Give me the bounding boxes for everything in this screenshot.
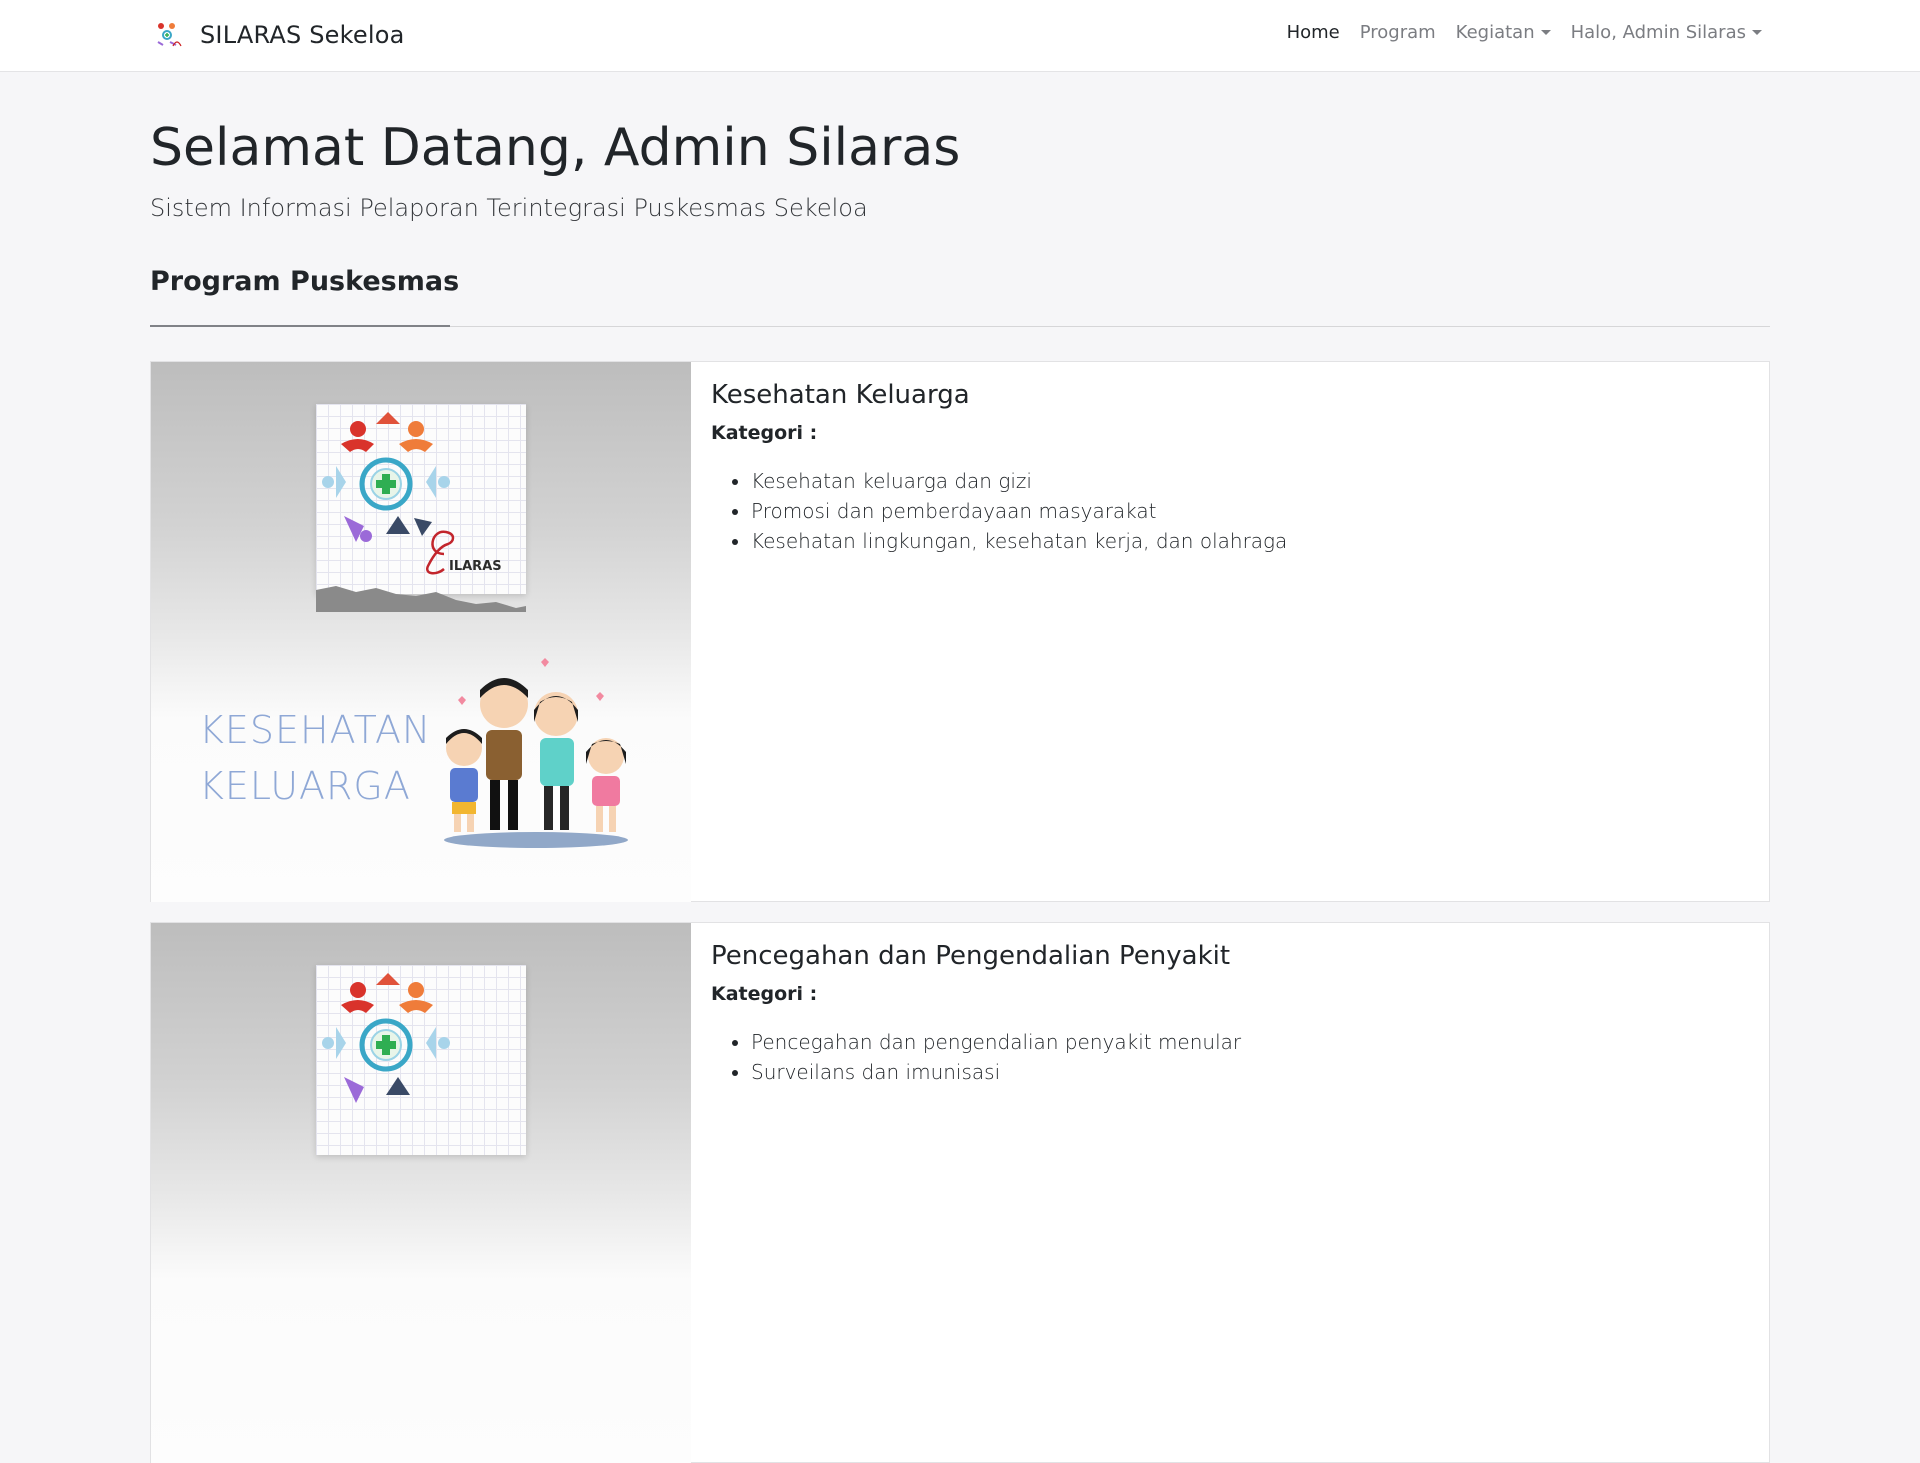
program-card-body: Pencegahan dan Pengendalian Penyakit Kat… — [711, 941, 1749, 1087]
category-item: Promosi dan pemberdayaan masyarakat — [751, 496, 1749, 526]
nav-user-dropdown[interactable]: Halo, Admin Silaras — [1571, 22, 1762, 43]
silaras-poster-logo — [316, 965, 526, 1155]
nav-home-label: Home — [1286, 22, 1340, 43]
image-caption-line: KELUARGA — [199, 764, 411, 808]
category-item: Kesehatan keluarga dan gizi — [751, 466, 1749, 496]
family-illustration — [444, 658, 628, 848]
program-card-body: Kesehatan Keluarga Kategori : Kesehatan … — [711, 380, 1749, 556]
category-item: Pencegahan dan pengendalian penyakit men… — [751, 1027, 1749, 1057]
caret-down-icon — [1540, 30, 1551, 35]
program-title[interactable]: Kesehatan Keluarga — [711, 380, 1749, 410]
nav-user-label: Halo, Admin Silaras — [1570, 22, 1746, 43]
kategori-label: Kategori : — [711, 422, 818, 444]
silaras-poster-logo: ILARAS — [316, 404, 526, 612]
program-image — [151, 923, 691, 1463]
navbar: SILARAS Sekeloa Home Program Kegiatan Ha… — [0, 0, 1920, 72]
category-item: Surveilans dan imunisasi — [751, 1057, 1749, 1087]
image-caption-line: KESEHATAN — [199, 708, 432, 752]
caret-down-icon — [1752, 30, 1762, 35]
nav-home[interactable]: Home — [1287, 22, 1340, 43]
nav-program[interactable]: Program — [1360, 22, 1436, 43]
category-list: Pencegahan dan pengendalian penyakit men… — [711, 1027, 1749, 1087]
nav-program-label: Program — [1359, 22, 1436, 43]
section-divider-accent — [150, 325, 450, 327]
category-item: Kesehatan lingkungan, kesehatan kerja, d… — [751, 526, 1749, 556]
program-card[interactable]: Pencegahan dan Pengendalian Penyakit Kat… — [150, 922, 1770, 1463]
nav-menu: Home Program Kegiatan Halo, Admin Silara… — [1287, 22, 1762, 43]
brand-name: SILARAS Sekeloa — [200, 21, 405, 49]
poster-logo-text: ILARAS — [449, 559, 502, 574]
brand-link[interactable]: SILARAS Sekeloa — [150, 17, 405, 53]
image-caption: KESEHATAN KELUARGA — [199, 702, 431, 814]
program-image: ILARAS KESEHATAN KELUARGA — [151, 362, 691, 902]
program-card[interactable]: ILARAS KESEHATAN KELUARGA Kesehatan Kelu… — [150, 361, 1770, 902]
welcome-subtitle: Sistem Informasi Pelaporan Terintegrasi … — [150, 194, 868, 222]
nav-kegiatan-label: Kegiatan — [1455, 22, 1535, 43]
nav-kegiatan-dropdown[interactable]: Kegiatan — [1456, 22, 1551, 43]
program-title[interactable]: Pencegahan dan Pengendalian Penyakit — [711, 941, 1749, 971]
kategori-label: Kategori : — [711, 983, 818, 1005]
category-list: Kesehatan keluarga dan gizi Promosi dan … — [711, 466, 1749, 556]
silaras-logo-icon — [150, 17, 186, 53]
torn-edge — [316, 586, 526, 612]
welcome-heading: Selamat Datang, Admin Silaras — [150, 118, 961, 178]
section-title: Program Puskesmas — [150, 266, 460, 297]
